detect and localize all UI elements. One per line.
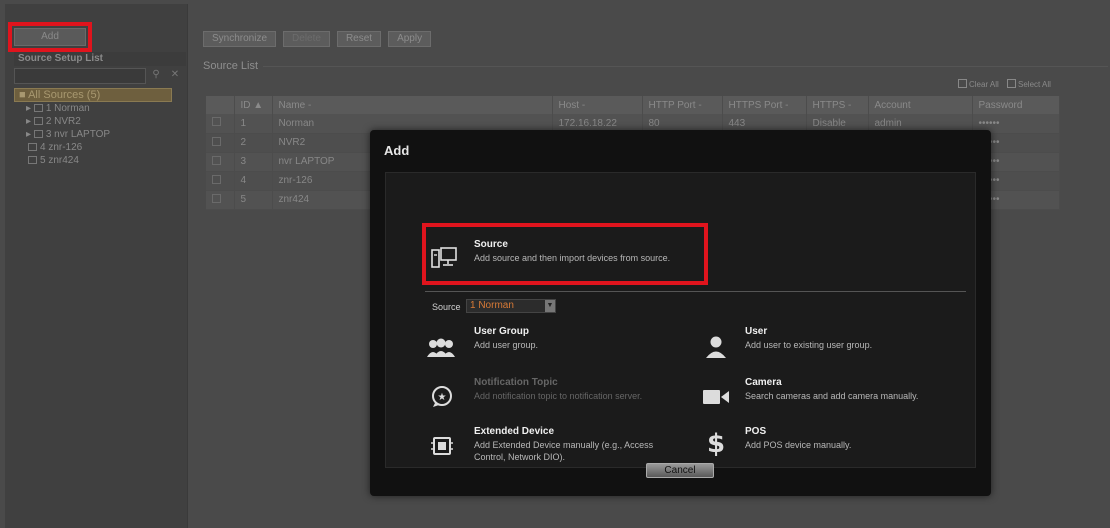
column-header-host[interactable]: Host - (552, 96, 643, 114)
column-header-name[interactable]: Name - (272, 96, 553, 114)
camera-option[interactable]: Camera Search cameras and add camera man… (745, 377, 970, 402)
svg-text:★: ★ (438, 392, 447, 403)
dialog-body: Source Add source and then import device… (385, 172, 976, 468)
select-all-button[interactable]: Select All (1007, 79, 1051, 89)
column-header-id[interactable]: ID ▲ (234, 96, 273, 114)
cancel-button[interactable]: Cancel (646, 463, 714, 478)
divider (263, 66, 1108, 67)
dialog-title: Add (384, 143, 410, 158)
source-select[interactable]: 1 Norman ▼ (466, 299, 556, 313)
row-checkbox[interactable] (212, 136, 221, 146)
checkbox-checked-icon (1007, 79, 1016, 88)
source-option-desc: Add source and then import devices from … (474, 253, 671, 263)
source-tree: ■ All Sources (5) ▸ 1 Norman ▸ 2 NVR2 ▸ … (14, 88, 186, 167)
chevron-right-icon[interactable]: ▸ (26, 116, 34, 127)
search-input[interactable] (14, 68, 146, 84)
tree-item[interactable]: ▸ 1 Norman (14, 102, 186, 115)
row-checkbox[interactable] (212, 155, 221, 165)
row-checkbox[interactable] (212, 193, 221, 203)
column-header-password[interactable]: Password (972, 96, 1060, 114)
user-icon[interactable] (704, 335, 728, 359)
close-icon[interactable]: ✕ (168, 69, 182, 83)
synchronize-button[interactable]: Synchronize (203, 31, 277, 47)
source-list-label: Source List (203, 60, 259, 72)
source-option[interactable]: Source Add source and then import device… (474, 239, 704, 264)
dollar-icon[interactable]: $ (706, 429, 726, 459)
apply-button[interactable]: Apply (388, 31, 432, 47)
row-checkbox[interactable] (212, 174, 221, 184)
tree-item[interactable]: ▸ 3 nvr LAPTOP (14, 128, 186, 141)
divider (425, 291, 966, 292)
nvr-icon (28, 156, 37, 164)
source-option-title: Source (474, 239, 508, 250)
folder-icon: ■ (19, 89, 29, 101)
table-header: ID ▲ Name - Host - HTTP Port - HTTPS Por… (206, 96, 1060, 114)
source-select-label: Source (432, 302, 461, 312)
nvr-icon (33, 130, 43, 138)
nvr-icon (33, 104, 43, 112)
pos-option[interactable]: POS Add POS device manually. (745, 426, 965, 451)
chevron-down-icon[interactable]: ▼ (545, 300, 555, 312)
notification-topic-option: Notification Topic Add notification topi… (474, 377, 643, 401)
chevron-right-icon[interactable]: ▸ (26, 129, 34, 140)
user-group-icon[interactable] (426, 337, 456, 359)
add-button[interactable]: Add (14, 28, 86, 46)
column-header-https[interactable]: HTTPS - (806, 96, 869, 114)
notification-icon: ★ (430, 385, 454, 409)
row-checkbox[interactable] (212, 117, 221, 127)
clear-all-button[interactable]: Clear All (958, 79, 999, 89)
nvr-icon (33, 117, 43, 125)
user-group-option[interactable]: User Group Add user group. (474, 326, 684, 351)
column-header-http-port[interactable]: HTTP Port - (642, 96, 723, 114)
extended-device-option[interactable]: Extended Device Add Extended Device manu… (474, 426, 684, 463)
tree-item[interactable]: 4 znr-126 (14, 141, 186, 154)
delete-button[interactable]: Delete (283, 31, 330, 47)
column-header-https-port[interactable]: HTTPS Port - (722, 96, 807, 114)
camera-icon[interactable] (702, 387, 730, 407)
nvr-icon (28, 143, 37, 151)
reset-button[interactable]: Reset (336, 31, 382, 47)
tree-item[interactable]: 5 znr424 (14, 154, 186, 167)
search-icon[interactable]: ⚲ (148, 69, 164, 83)
panel-title: Source Setup List (14, 52, 186, 66)
chevron-right-icon[interactable]: ▸ (26, 103, 34, 114)
tree-item[interactable]: ▸ 2 NVR2 (14, 115, 186, 128)
column-header-account[interactable]: Account (868, 96, 973, 114)
monitor-icon[interactable] (431, 245, 457, 271)
checkbox-icon (958, 79, 967, 88)
chip-icon[interactable] (431, 435, 453, 457)
add-dialog: Add Source Add source and then import de… (370, 130, 991, 496)
toolbar: Synchronize Delete Reset Apply (203, 31, 432, 47)
tree-root-all-sources[interactable]: ■ All Sources (5) (14, 88, 172, 102)
tree-search: ⚲ ✕ (14, 68, 186, 84)
select-column-header (206, 96, 235, 114)
user-option[interactable]: User Add user to existing user group. (745, 326, 965, 351)
